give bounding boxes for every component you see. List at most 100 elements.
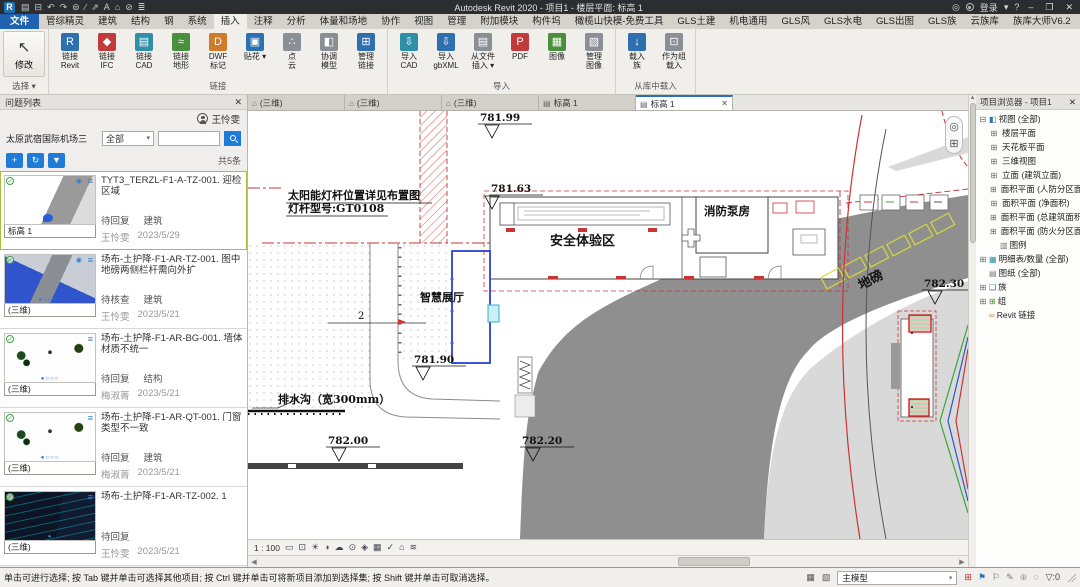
menu-icon[interactable]: ≡: [88, 255, 93, 265]
expand-icon[interactable]: ⊞: [990, 199, 998, 208]
ribbon-button[interactable]: ∴点 云: [274, 31, 310, 70]
qat-tool-icon[interactable]: ⊘: [125, 2, 133, 13]
scroll-up-icon[interactable]: ▲: [970, 95, 976, 101]
ribbon-button[interactable]: ▣贴花 ▾: [237, 31, 273, 61]
issue-card[interactable]: ✓ ◉ ≡ ●○○○○ (三维) 场布-土护降-F1-AR-TZ-001. 图中…: [0, 250, 247, 329]
filter-count[interactable]: ▽:0: [1046, 572, 1060, 583]
issue-tool-button[interactable]: ↻: [27, 153, 44, 168]
ribbon-button[interactable]: ▦图像: [539, 31, 575, 61]
nav-tool-icon[interactable]: ⊞: [949, 137, 958, 150]
view-tab[interactable]: 标高 1: [539, 95, 636, 110]
expand-icon[interactable]: ⊞: [990, 171, 998, 180]
issue-thumbnail[interactable]: ✓ ≡ ●○○○: [4, 333, 96, 383]
issue-thumbnail[interactable]: ✓ ≡ ●○○○: [4, 412, 96, 462]
account-icon[interactable]: [966, 3, 974, 11]
ribbon-tab[interactable]: GLS风: [774, 14, 817, 29]
scroll-thumb[interactable]: [678, 557, 750, 566]
scroll-thumb[interactable]: [970, 103, 976, 243]
ribbon-button[interactable]: ≈链接 地形: [163, 31, 199, 70]
design-options-icon[interactable]: ▧: [822, 572, 831, 583]
ribbon-tab[interactable]: GLS出图: [869, 14, 921, 29]
search-icon[interactable]: ◎: [952, 2, 960, 13]
help-icon[interactable]: ?: [1014, 2, 1019, 12]
issue-panel-close-icon[interactable]: ✕: [234, 97, 242, 108]
ribbon-tab[interactable]: 协作: [374, 14, 407, 29]
tree-item[interactable]: ⊞ 面积平面 (净面积): [976, 196, 1080, 210]
ribbon-tab[interactable]: GLS族: [921, 14, 964, 29]
qat-tool-icon[interactable]: ≣: [138, 2, 146, 13]
view-tab[interactable]: (三维): [248, 95, 345, 110]
ribbon-tab[interactable]: 钢: [157, 14, 181, 29]
view-control-icon[interactable]: ≋: [410, 542, 418, 553]
design-option-select[interactable]: 主模型▾: [837, 571, 957, 585]
ribbon-button[interactable]: ↓载入 族: [619, 31, 655, 70]
selection-toggle-icon[interactable]: ⚑: [978, 572, 986, 583]
issue-thumbnail[interactable]: ✓ ◉ ≡ ●○○○○: [4, 254, 96, 304]
hatched-zone[interactable]: [420, 111, 447, 243]
view-tab[interactable]: (三维): [345, 95, 442, 110]
tree-item[interactable]: ⊞ 楼层平面: [976, 126, 1080, 140]
ribbon-tab[interactable]: 构件坞: [525, 14, 568, 29]
highlighted-element[interactable]: [488, 305, 499, 322]
qat-tool-icon[interactable]: ▤: [21, 2, 30, 13]
ribbon-button[interactable]: DDWF 标记: [200, 31, 236, 70]
ribbon-tab[interactable]: 注释: [247, 14, 280, 29]
close-button[interactable]: ✕: [1062, 2, 1076, 13]
menu-icon[interactable]: ≡: [88, 334, 93, 344]
panel-label-select[interactable]: 选择 ▾: [0, 79, 48, 94]
worksets-icon[interactable]: ▦: [806, 572, 815, 583]
view-control-icon[interactable]: ⊡: [299, 542, 307, 553]
ribbon-tab[interactable]: GLS土建: [670, 14, 722, 29]
ribbon-tab[interactable]: 系统: [181, 14, 214, 29]
ribbon-tab[interactable]: 文件: [0, 14, 39, 29]
issue-card[interactable]: ✓ ≡ ● (三维) 场布-土护降-F1-AR-TZ-002. 1 待回复 王怜…: [0, 487, 247, 566]
menu-icon[interactable]: ≡: [88, 176, 93, 186]
tree-item[interactable]: ⊞ 面积平面 (总建筑面积): [976, 210, 1080, 224]
qat-tool-icon[interactable]: ↶: [47, 2, 55, 13]
selection-toggle-icon[interactable]: ⚐: [992, 572, 1000, 583]
nav-tool-icon[interactable]: ◎: [949, 120, 959, 133]
ribbon-button[interactable]: PPDF: [502, 31, 538, 61]
ribbon-button[interactable]: R链接 Revit: [52, 31, 88, 70]
view-control-icon[interactable]: ⌂: [399, 542, 404, 553]
issue-card[interactable]: ✓ ◉ ≡ 标高 1 TYT3_TERZL-F1-A-TZ-001. 迎检区域 …: [0, 171, 247, 250]
ribbon-tab[interactable]: 结构: [124, 14, 157, 29]
signin-button[interactable]: 登录: [980, 1, 998, 14]
issue-thumbnail[interactable]: ✓ ◉ ≡: [4, 175, 96, 225]
ribbon-tab[interactable]: 分析: [280, 14, 313, 29]
qat-tool-icon[interactable]: ⇗: [91, 2, 99, 13]
qat-tool-icon[interactable]: ↷: [60, 2, 68, 13]
tree-item[interactable]: ⊞ ▦ 明细表/数量 (全部): [976, 252, 1080, 266]
qat-tool-icon[interactable]: ⌂: [115, 2, 120, 13]
view-control-icon[interactable]: ☀: [311, 542, 319, 553]
selection-toggle-icon[interactable]: ✎: [1006, 572, 1014, 583]
vertical-scrollbar[interactable]: ▲: [968, 95, 976, 567]
ribbon-tab[interactable]: 视图: [407, 14, 440, 29]
scroll-right-icon[interactable]: ▶: [956, 558, 968, 566]
ribbon-tab[interactable]: 体量和场地: [313, 14, 375, 29]
view-control-icon[interactable]: ⊙: [349, 542, 357, 553]
tree-item[interactable]: ⊞ 立面 (建筑立面): [976, 168, 1080, 182]
ribbon-tab[interactable]: 附加模块: [473, 14, 525, 29]
revit-logo-icon[interactable]: R: [4, 2, 15, 13]
qat-tool-icon[interactable]: A: [104, 2, 110, 13]
expand-icon[interactable]: ⊞: [990, 213, 997, 222]
selection-toggle-icon[interactable]: ⊞: [964, 572, 972, 583]
expand-icon[interactable]: ⊞: [979, 255, 987, 264]
view-tab[interactable]: 标高 1✕: [636, 95, 733, 110]
selection-toggle-icon[interactable]: ⊕: [1020, 572, 1028, 583]
view-control-icon[interactable]: ◈: [361, 542, 368, 553]
ribbon-tab[interactable]: 管综精灵: [39, 14, 91, 29]
exchange-apps-icon[interactable]: ▾: [1004, 2, 1009, 13]
tree-item[interactable]: ⊟ ◧ 视图 (全部): [976, 112, 1080, 126]
issue-card[interactable]: ✓ ≡ ●○○○ (三维) 场布-土护降-F1-AR-QT-001. 门窗类型不…: [0, 408, 247, 487]
ribbon-button[interactable]: ▤从文件 插入 ▾: [465, 31, 501, 70]
tree-item[interactable]: ▤ 图纸 (全部): [976, 266, 1080, 280]
tree-item[interactable]: ⊞ 三维视图: [976, 154, 1080, 168]
ribbon-button[interactable]: ⇩导入 CAD: [391, 31, 427, 70]
ribbon-tab[interactable]: 插入: [214, 14, 247, 29]
view-control-icon[interactable]: ▦: [373, 542, 382, 553]
issue-thumbnail[interactable]: ✓ ≡ ●: [4, 491, 96, 541]
tree-item[interactable]: ⊞ 面积平面 (人防分区面积): [976, 182, 1080, 196]
ribbon-button[interactable]: ▧管理 图像: [576, 31, 612, 70]
